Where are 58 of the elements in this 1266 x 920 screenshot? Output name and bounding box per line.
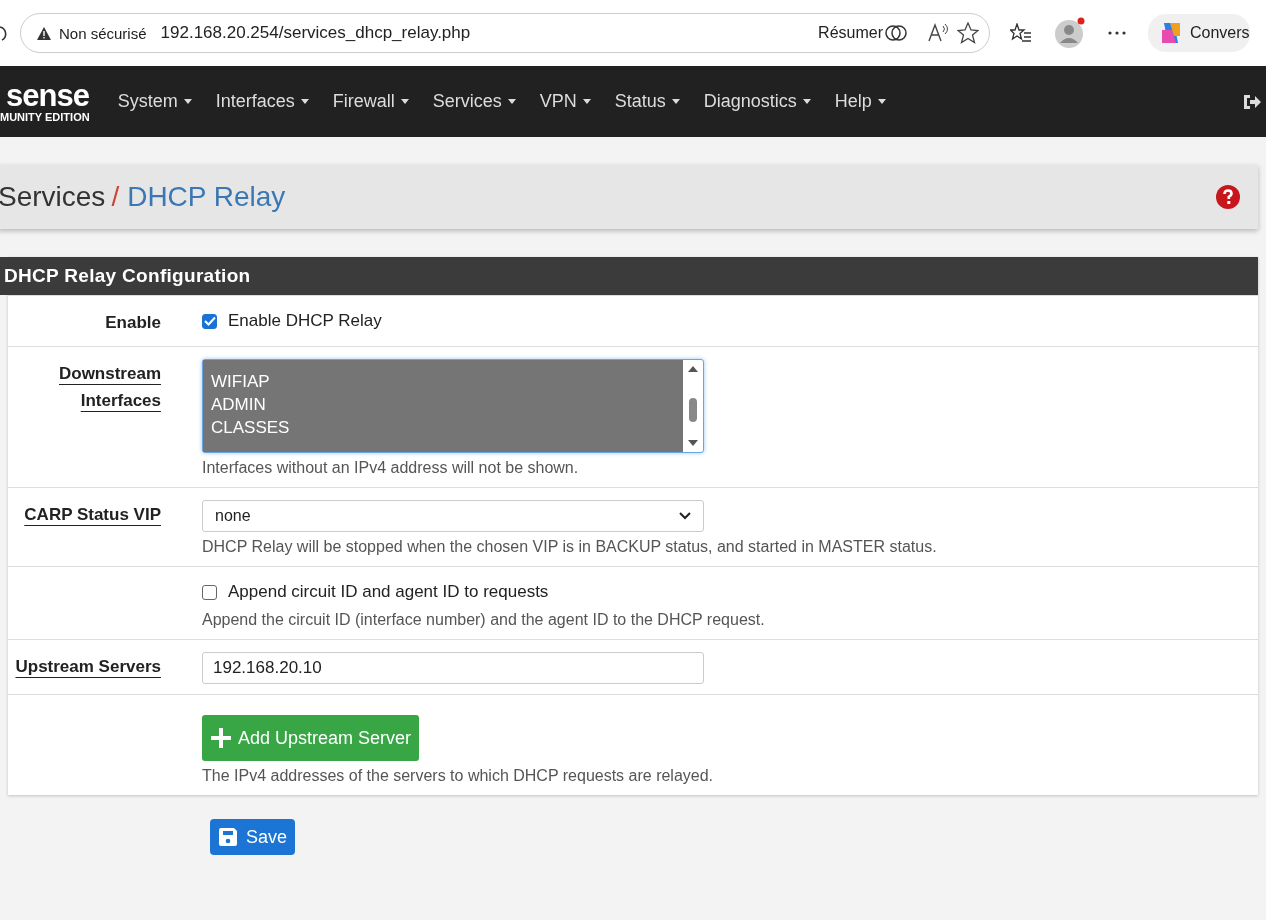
nav-menu[interactable]: Services <box>432 91 516 112</box>
nav-menu[interactable]: VPN <box>539 91 591 112</box>
listbox-option[interactable]: ADMIN <box>211 393 683 416</box>
listbox-option[interactable]: CLASSES <box>211 416 683 439</box>
checkbox[interactable] <box>202 313 217 329</box>
breadcrumb-parent[interactable]: Services <box>0 181 106 213</box>
plus-icon <box>210 727 232 749</box>
panel-title: DHCP Relay Configuration <box>0 257 1258 295</box>
caret-icon <box>507 99 516 104</box>
caret-icon <box>671 99 680 104</box>
caret-icon <box>877 99 886 104</box>
more-icon[interactable] <box>1108 31 1126 35</box>
checkbox[interactable] <box>202 584 217 600</box>
profile-icon[interactable] <box>1054 17 1086 49</box>
page-title: DHCP Relay <box>127 181 286 213</box>
field-label[interactable]: Downstream Interfaces <box>8 360 161 477</box>
save-button[interactable]: Save <box>210 819 296 855</box>
chevron-icon <box>679 512 691 520</box>
vip-select[interactable]: none <box>202 500 704 532</box>
server-input[interactable]: 192.168.20.10 <box>202 652 704 684</box>
checkbox-label[interactable]: Enable DHCP Relay <box>228 311 382 331</box>
help-text: DHCP Relay will be stopped when the chosen VIP is in BACKUP status, and started in MASTER status. <box>202 538 938 556</box>
help-text: Interfaces without an IPv4 address will not be shown. <box>202 459 580 477</box>
copilot-label: Convers <box>1190 24 1250 42</box>
checkbox-label[interactable]: Append circuit ID and agent ID to requests <box>228 582 549 602</box>
nav-menu[interactable]: Diagnostics <box>703 91 811 112</box>
star-icon[interactable] <box>957 22 979 44</box>
logout-icon[interactable] <box>1242 92 1262 111</box>
nav-menu[interactable]: Status <box>614 91 680 112</box>
read-aloud-icon[interactable] <box>927 23 949 43</box>
summarize-button[interactable]: Résumer <box>818 24 883 42</box>
help-text: The IPv4 addresses of the servers to which DHCP requests are relayed. <box>202 767 715 785</box>
field-label: Enable <box>105 312 161 334</box>
caret-icon <box>183 99 192 104</box>
favorites-icon[interactable] <box>1010 23 1032 43</box>
nav-menu[interactable]: Interfaces <box>215 91 309 112</box>
listbox-option[interactable]: WIFIAP <box>211 370 683 393</box>
copilot-button[interactable]: Convers <box>1148 14 1250 52</box>
security-label: Non sécurisé <box>59 24 147 42</box>
summarize-icon[interactable] <box>885 23 907 43</box>
help-icon[interactable] <box>1216 185 1240 209</box>
nav-menu[interactable]: System <box>117 91 192 112</box>
nav-menu[interactable]: Firewall <box>332 91 409 112</box>
caret-icon <box>582 99 591 104</box>
nav-menu[interactable]: Help <box>834 91 886 112</box>
caret-icon <box>802 99 811 104</box>
logo-text[interactable]: sense <box>6 80 90 111</box>
floppy-icon <box>218 827 238 847</box>
field-label[interactable]: CARP Status VIP <box>24 501 161 556</box>
help-text: Append the circuit ID (interface number) and the agent ID to the DHCP request. <box>202 611 766 629</box>
interface-listbox[interactable]: WIFIAP ADMIN CLASSES <box>202 359 704 453</box>
caret-icon <box>400 99 409 104</box>
url-text: 192.168.20.254/services_dhcp_relay.php <box>160 23 472 43</box>
warning-icon <box>37 26 51 40</box>
field-label[interactable]: Upstream Servers <box>15 653 161 684</box>
logo-subtitle: MUNITY EDITION <box>0 110 90 123</box>
breadcrumb-separator: / <box>111 181 120 213</box>
caret-icon <box>300 99 309 104</box>
